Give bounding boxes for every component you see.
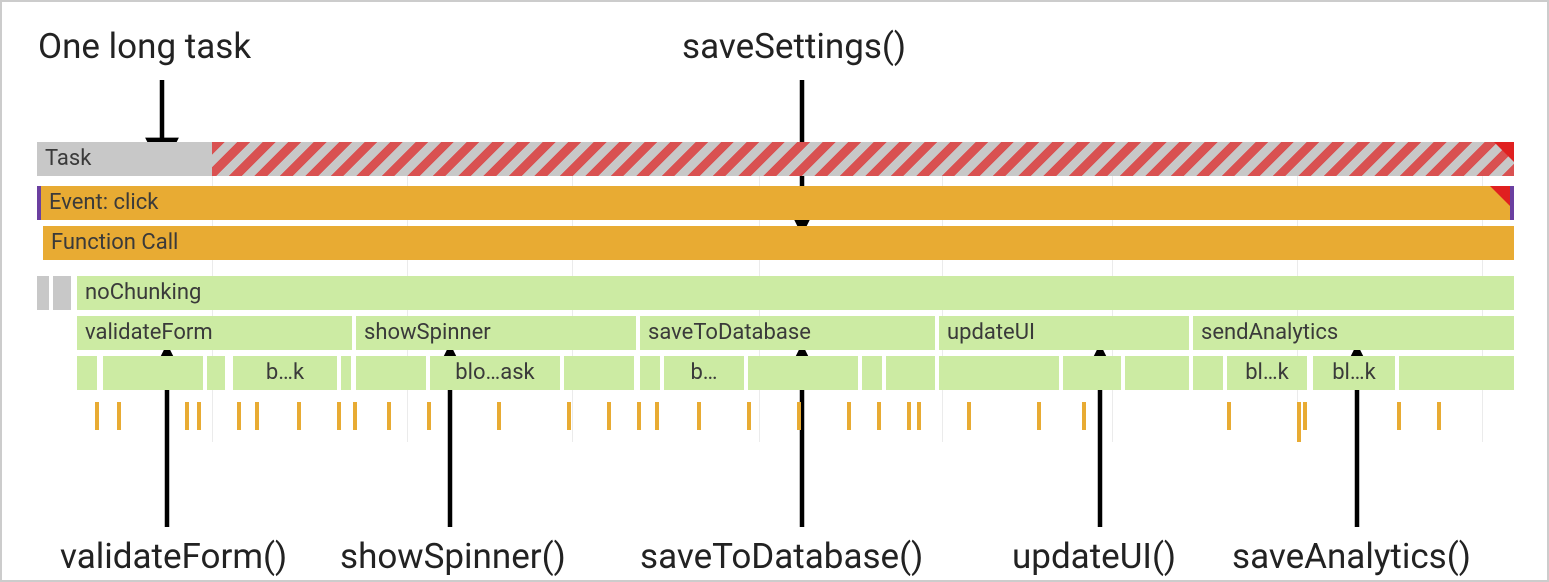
tick-mark xyxy=(337,402,341,430)
grey-sliver-1 xyxy=(37,276,49,310)
showspinner-bar: showSpinner xyxy=(356,316,636,350)
leaf-block-labeled: bl…k xyxy=(1313,356,1395,390)
leaf-block xyxy=(103,356,203,390)
tick-mark xyxy=(747,402,751,430)
diagram-frame: One long task saveSettings() Task xyxy=(0,0,1549,582)
annotation-savetodatabase: saveToDatabase() xyxy=(640,536,923,577)
leaf-block xyxy=(207,356,225,390)
leaf-block xyxy=(77,356,97,390)
tick-mark xyxy=(353,402,357,430)
leaf-block-labeled: blo…ask xyxy=(430,356,560,390)
tick-mark xyxy=(797,402,801,430)
nochunking-bar: noChunking xyxy=(77,276,1514,310)
leaf-block xyxy=(1063,356,1121,390)
savetodatabase-bar: saveToDatabase xyxy=(640,316,935,350)
tick-mark xyxy=(197,402,201,430)
tick-mark xyxy=(607,402,611,430)
annotation-validateform: validateForm() xyxy=(60,536,287,577)
tick-mark xyxy=(117,402,121,430)
tick-mark xyxy=(1437,402,1441,430)
event-click-bar: Event: click xyxy=(41,186,1510,220)
leaf-block xyxy=(939,356,1059,390)
annotation-save-settings: saveSettings() xyxy=(682,26,906,67)
tick-mark xyxy=(847,402,851,430)
tick-mark xyxy=(427,402,431,430)
leaf-block xyxy=(862,356,882,390)
annotation-updateui: updateUI() xyxy=(1012,536,1176,577)
task-warning-triangle-icon xyxy=(1494,142,1514,162)
annotation-one-long-task: One long task xyxy=(38,26,251,67)
tick-mark xyxy=(637,402,641,430)
tick-mark xyxy=(907,402,911,430)
validateform-bar: validateForm xyxy=(77,316,352,350)
annotation-showspinner: showSpinner() xyxy=(340,536,566,577)
leaf-block xyxy=(886,356,935,390)
flame-chart: Task Event: click Function Call noChunki… xyxy=(37,142,1514,442)
annotation-saveanalytics: saveAnalytics() xyxy=(1232,536,1471,577)
tick-mark xyxy=(1297,402,1301,442)
tick-mark xyxy=(387,402,391,430)
tick-mark xyxy=(1227,402,1231,430)
tick-mark xyxy=(567,402,571,430)
leaf-block xyxy=(1125,356,1189,390)
tick-mark xyxy=(967,402,971,430)
function-call-bar: Function Call xyxy=(43,226,1514,260)
sendanalytics-bar: sendAnalytics xyxy=(1193,316,1514,350)
grey-sliver-2 xyxy=(53,276,71,310)
task-long-hatch xyxy=(212,142,1514,176)
tick-mark xyxy=(1303,402,1307,430)
leaf-block xyxy=(356,356,426,390)
leaf-block-labeled: bl…k xyxy=(1227,356,1307,390)
tick-mark xyxy=(95,402,99,430)
event-right-edge xyxy=(1510,186,1514,220)
tick-mark xyxy=(697,402,701,430)
leaf-block-labeled: b…k xyxy=(233,356,337,390)
leaf-block xyxy=(1193,356,1223,390)
tick-mark xyxy=(655,402,659,430)
leaf-block xyxy=(1399,356,1514,390)
tick-mark xyxy=(1037,402,1041,430)
leaf-block xyxy=(564,356,634,390)
leaf-block xyxy=(640,356,660,390)
tick-mark xyxy=(297,402,301,430)
leaf-block xyxy=(341,356,351,390)
tick-mark xyxy=(237,402,241,430)
tick-mark xyxy=(255,402,259,430)
tick-mark xyxy=(877,402,881,430)
task-bar: Task xyxy=(37,142,212,176)
tick-mark xyxy=(1397,402,1401,430)
leaf-block xyxy=(748,356,858,390)
tick-mark xyxy=(917,402,921,430)
updateui-bar: updateUI xyxy=(939,316,1189,350)
tick-mark xyxy=(1082,402,1086,430)
leaf-block-labeled: b… xyxy=(664,356,744,390)
event-warning-triangle-icon xyxy=(1490,186,1510,206)
tick-mark xyxy=(497,402,501,430)
tick-mark xyxy=(185,402,189,430)
